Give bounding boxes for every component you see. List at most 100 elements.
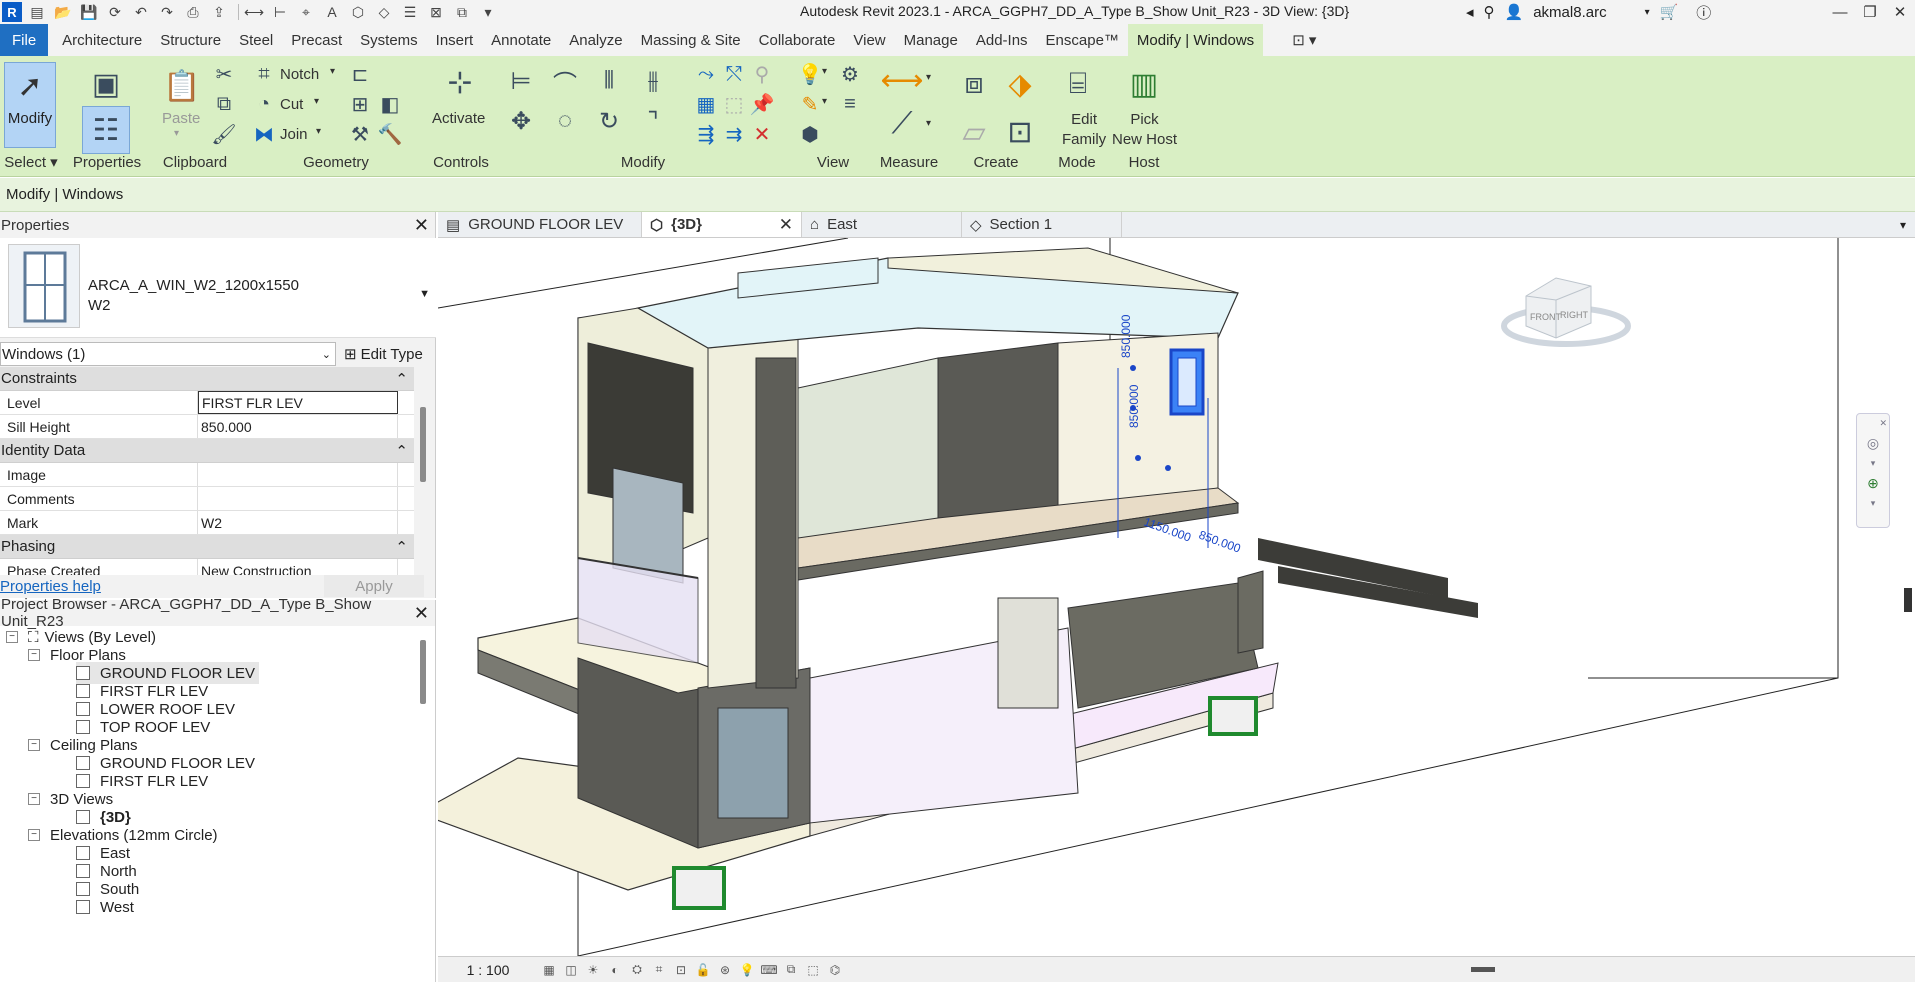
notch-label[interactable]: Notch [280, 66, 319, 83]
paste-dropdown-icon[interactable]: ▾ [174, 128, 179, 139]
viewport-scrollbar[interactable] [1904, 588, 1912, 612]
horizontal-scrollbar[interactable] [1471, 967, 1495, 972]
analytical-icon[interactable]: ⧉ [780, 961, 802, 979]
close-icon[interactable]: ✕ [1879, 418, 1887, 429]
visual-style-icon[interactable]: ◫ [560, 961, 582, 979]
customize-qat-icon[interactable]: ▾ [477, 2, 499, 22]
activate-label[interactable]: Activate [432, 110, 485, 127]
split-element-icon[interactable]: ⤳ [692, 60, 720, 88]
chevron-down-icon[interactable]: ▾ [1871, 498, 1876, 509]
selection-box-icon[interactable]: ⬢ [796, 120, 824, 148]
copy-element-icon[interactable]: ◌ [548, 104, 582, 138]
cut-scissors-icon[interactable]: ✂ [210, 60, 238, 88]
thin-lines-icon[interactable]: ☰ [399, 2, 421, 22]
help-icon[interactable]: ⓘ [1696, 2, 1711, 23]
group-phasing[interactable]: Phasing ⌃ [0, 535, 414, 559]
rotate-icon[interactable]: ↻ [592, 104, 626, 138]
apply-button[interactable]: Apply [324, 575, 424, 597]
chevron-down-icon[interactable]: ▾ [1871, 458, 1876, 469]
user-icon[interactable]: 👤 [1505, 3, 1524, 21]
offset-icon[interactable]: ⌒ [548, 64, 582, 98]
view-scale[interactable]: 1 : 100 [438, 962, 538, 978]
mark-field[interactable]: W2 [198, 511, 398, 534]
view-tab-section-1[interactable]: ◇ Section 1 [962, 212, 1122, 237]
hammer-icon[interactable]: 🔨 [376, 120, 404, 148]
tabs-menu-icon[interactable]: ▾ [1891, 212, 1915, 237]
unpin-icon[interactable]: ⚲ [748, 60, 776, 88]
cut-dropdown-icon[interactable]: ▾ [314, 96, 319, 107]
switch-windows-icon[interactable]: ⧉ [451, 2, 473, 22]
create-group-icon[interactable]: ⧈ [950, 60, 998, 108]
user-name[interactable]: akmal8.arc [1533, 4, 1606, 21]
view-cube[interactable]: FRONT RIGHT [1496, 268, 1636, 358]
tab-manage[interactable]: Manage [895, 24, 967, 56]
home-icon[interactable]: ▤ [26, 2, 48, 22]
demolish-icon[interactable]: ⚒ [346, 120, 374, 148]
comments-field[interactable] [198, 487, 398, 510]
shadows-icon[interactable]: ◐ [604, 961, 626, 979]
revit-logo[interactable]: R [2, 2, 22, 22]
properties-scrollbar[interactable] [420, 372, 428, 572]
collapse-icon[interactable]: ⌃ [395, 370, 408, 388]
edit-type-button[interactable]: ⊞ Edit Type [344, 345, 423, 364]
edit-family-icon[interactable]: ⌸ [1054, 60, 1102, 108]
view-tab-east[interactable]: ⌂ East [802, 212, 962, 237]
type-selector[interactable]: ARCA_A_WIN_W2_1200x1550 W2 ▼ [0, 238, 436, 338]
tab-systems[interactable]: Systems [351, 24, 427, 56]
dimension-dropdown-icon[interactable]: ▾ [926, 118, 931, 129]
undo-icon[interactable]: ↶ [130, 2, 152, 22]
measure-dropdown-icon[interactable]: ▾ [926, 72, 931, 83]
chevron-down-icon[interactable]: ▾ [1645, 7, 1650, 18]
extend-multiple-icon[interactable]: ⇉ [720, 120, 748, 148]
create-assembly-icon[interactable]: ▱ [950, 108, 998, 156]
create-parts-icon[interactable]: ⬗ [996, 60, 1044, 108]
collapse-icon[interactable]: − [28, 829, 40, 841]
3d-viewport[interactable]: 850.000 850.000 1150.000 850.000 FRONT R… [438, 238, 1915, 956]
notch-icon[interactable]: ⌗ [250, 60, 278, 88]
export-icon[interactable]: ⇪ [208, 2, 230, 22]
override-graphics-icon[interactable]: ⚙ [836, 60, 864, 88]
tab-insert[interactable]: Insert [427, 24, 483, 56]
create-similar-icon[interactable]: ⊡ [996, 108, 1044, 156]
tab-modify-windows[interactable]: Modify | Windows [1127, 24, 1264, 56]
close-hidden-icon[interactable]: ⊠ [425, 2, 447, 22]
open-icon[interactable]: 📂 [52, 2, 74, 22]
paste-icon[interactable]: 📋 [158, 62, 206, 110]
brush-dropdown-icon[interactable]: ▾ [822, 96, 827, 107]
pick-new-host-button[interactable]: Pick New Host [1112, 110, 1177, 150]
cart-icon[interactable]: 🛒 [1660, 3, 1679, 21]
linework-brush-icon[interactable]: ✎ [796, 90, 824, 118]
level-field[interactable]: FIRST FLR LEV [198, 391, 398, 414]
hide-bulb-icon[interactable]: 💡 [796, 60, 824, 88]
measure-icon[interactable]: ⟷ [243, 2, 265, 22]
tab-massing-site[interactable]: Massing & Site [632, 24, 750, 56]
temporary-hide-icon[interactable]: ⊛ [714, 961, 736, 979]
match-properties-icon[interactable]: 🖌 [210, 120, 238, 148]
tab-collaborate[interactable]: Collaborate [750, 24, 845, 56]
paint-icon[interactable]: ◧ [376, 90, 404, 118]
pin-icon[interactable]: 📌 [748, 90, 776, 118]
close-icon[interactable]: ✕ [1885, 0, 1915, 24]
array-icon[interactable]: ▦ [692, 90, 720, 118]
properties-help-link[interactable]: Properties help [0, 578, 101, 595]
tab-structure[interactable]: Structure [151, 24, 230, 56]
join-icon[interactable]: ⧓ [250, 120, 278, 148]
tab-enscape[interactable]: Enscape™ [1037, 24, 1128, 56]
close-icon[interactable]: ✕ [414, 215, 429, 236]
tab-analyze[interactable]: Analyze [560, 24, 631, 56]
3d-view-icon[interactable]: ⬡ [347, 2, 369, 22]
sill-height-field[interactable]: 850.000 [198, 415, 398, 438]
dimension-label[interactable]: 850.000 [1127, 384, 1141, 428]
zoom-icon[interactable]: ⊕ [1867, 475, 1879, 492]
dimension-label[interactable]: 850.000 [1119, 314, 1133, 358]
section-icon[interactable]: ◇ [373, 2, 395, 22]
aligned-dimension-icon[interactable]: ⊢ [269, 2, 291, 22]
cut-label[interactable]: Cut [280, 96, 303, 113]
family-types-icon[interactable]: ▣ [82, 60, 130, 108]
tab-view[interactable]: View [844, 24, 894, 56]
delete-icon[interactable]: ✕ [748, 120, 776, 148]
chevron-down-icon[interactable]: ▼ [419, 288, 430, 300]
search-arrow-icon[interactable]: ◂ [1466, 3, 1474, 21]
group-identity-data[interactable]: Identity Data ⌃ [0, 439, 414, 463]
collapse-icon[interactable]: − [28, 649, 40, 661]
